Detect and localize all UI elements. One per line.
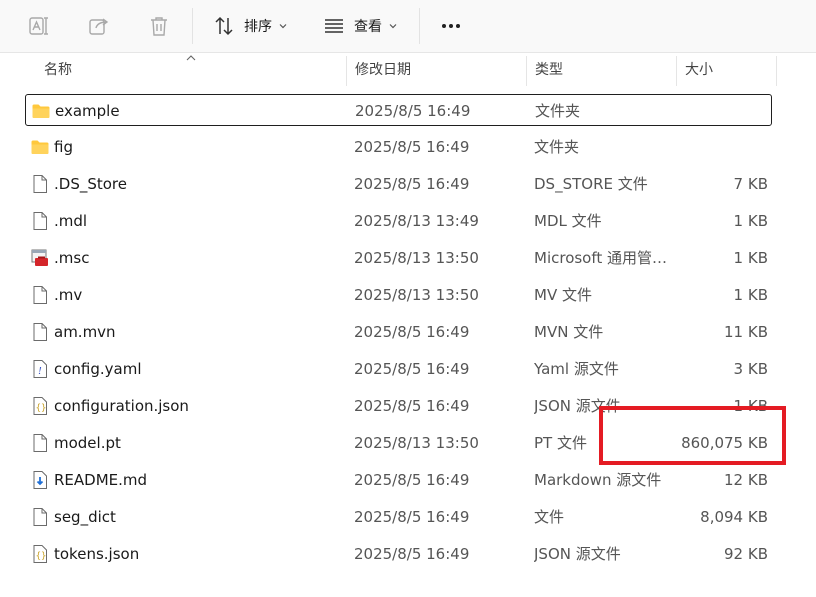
file-type: MV 文件 [534,286,592,304]
file-name: example [55,102,120,120]
file-icon [30,433,50,453]
file-row[interactable]: example 2025/8/5 16:49 文件夹 [25,94,772,126]
toolbar-separator [419,8,420,44]
svg-text:{}: {} [36,404,47,414]
svg-text:!: ! [38,365,42,377]
file-size: 1 KB [733,212,768,230]
file-name: configuration.json [54,397,189,415]
file-type: MDL 文件 [534,212,602,230]
column-size[interactable]: 大小 [677,52,776,86]
sort-button[interactable]: 排序 [212,10,288,42]
file-type: Yaml 源文件 [534,360,619,378]
sort-icon [212,14,236,38]
chevron-down-icon [388,21,398,31]
file-size: 3 KB [733,360,768,378]
file-name: .mv [54,286,83,304]
file-type: MVN 文件 [534,323,604,341]
file-name: model.pt [54,434,121,452]
file-modified: 2025/8/13 13:50 [354,286,479,304]
command-bar: 排序 查看 [0,0,816,53]
view-label: 查看 [354,19,382,35]
file-name: fig [54,138,73,156]
file-modified: 2025/8/13 13:50 [354,249,479,267]
file-modified: 2025/8/5 16:49 [354,471,470,489]
file-size: 8,094 KB [700,508,768,526]
file-name: README.md [54,471,148,489]
json-file-icon: {} [30,544,50,564]
folder-icon [30,137,50,157]
column-type[interactable]: 类型 [527,52,676,86]
file-name: tokens.json [54,545,140,563]
file-modified: 2025/8/5 16:49 [354,138,470,156]
file-name: .DS_Store [54,175,127,193]
file-icon [30,322,50,342]
file-type: DS_STORE 文件 [534,175,648,193]
file-row[interactable]: {} tokens.json 2025/8/5 16:49 JSON 源文件 92 KB [25,538,772,570]
file-type: JSON 源文件 [534,545,621,563]
toolbar-separator [192,8,193,44]
file-row[interactable]: am.mvn 2025/8/5 16:49 MVN 文件 11 KB [25,316,772,348]
file-name: .mdl [54,212,88,230]
file-type: 文件夹 [535,102,581,120]
rename-icon[interactable] [27,14,51,38]
yaml-file-icon: ! [30,359,50,379]
file-row[interactable]: .mv 2025/8/13 13:50 MV 文件 1 KB [25,279,772,311]
highlight-annotation [599,406,786,465]
file-size: 1 KB [733,249,768,267]
file-icon [30,285,50,305]
file-type: 文件夹 [534,138,580,156]
file-modified: 2025/8/5 16:49 [354,545,470,563]
column-name[interactable]: 名称 [36,52,346,86]
file-row[interactable]: seg_dict 2025/8/5 16:49 文件 8,094 KB [25,501,772,533]
file-modified: 2025/8/5 16:49 [355,102,471,120]
file-modified: 2025/8/13 13:50 [354,434,479,452]
file-name: config.yaml [54,360,142,378]
sort-label: 排序 [244,19,272,35]
file-type: Markdown 源文件 [534,471,662,489]
file-modified: 2025/8/5 16:49 [354,397,470,415]
file-modified: 2025/8/5 16:49 [354,360,470,378]
chevron-down-icon [278,21,288,31]
file-row[interactable]: fig 2025/8/5 16:49 文件夹 [25,131,772,163]
file-type: Microsoft 通用管… [534,249,668,267]
file-row[interactable]: README.md 2025/8/5 16:49 Markdown 源文件 12 KB [25,464,772,496]
file-modified: 2025/8/5 16:49 [354,323,470,341]
file-name: .msc [54,249,90,267]
file-row[interactable]: ! config.yaml 2025/8/5 16:49 Yaml 源文件 3 KB [25,353,772,385]
json-file-icon: {} [30,396,50,416]
file-row[interactable]: .msc 2025/8/13 13:50 Microsoft 通用管… 1 KB [25,242,772,274]
folder-icon [31,101,51,121]
share-icon[interactable] [87,14,111,38]
file-size: 12 KB [724,471,768,489]
view-list-icon [322,14,346,38]
file-type: PT 文件 [534,434,587,452]
column-modified[interactable]: 修改日期 [347,52,526,86]
file-icon [30,507,50,527]
trash-icon[interactable] [147,14,171,38]
file-size: 11 KB [724,323,768,341]
svg-text:{}: {} [36,552,47,562]
file-icon [30,211,50,231]
file-icon [30,174,50,194]
file-size: 1 KB [733,286,768,304]
column-divider[interactable] [776,56,777,86]
markdown-file-icon [30,470,50,490]
file-size: 7 KB [733,175,768,193]
file-modified: 2025/8/5 16:49 [354,508,470,526]
file-name: am.mvn [54,323,116,341]
file-row[interactable]: .DS_Store 2025/8/5 16:49 DS_STORE 文件 7 KB [25,168,772,200]
file-size: 92 KB [724,545,768,563]
more-icon[interactable] [438,14,464,38]
file-modified: 2025/8/5 16:49 [354,175,470,193]
file-type: 文件 [534,508,565,526]
column-header: 名称 修改日期 类型 大小 [0,52,816,86]
view-button[interactable]: 查看 [322,10,398,42]
file-row[interactable]: .mdl 2025/8/13 13:49 MDL 文件 1 KB [25,205,772,237]
msc-file-icon [30,248,50,268]
file-modified: 2025/8/13 13:49 [354,212,479,230]
file-name: seg_dict [54,508,116,526]
